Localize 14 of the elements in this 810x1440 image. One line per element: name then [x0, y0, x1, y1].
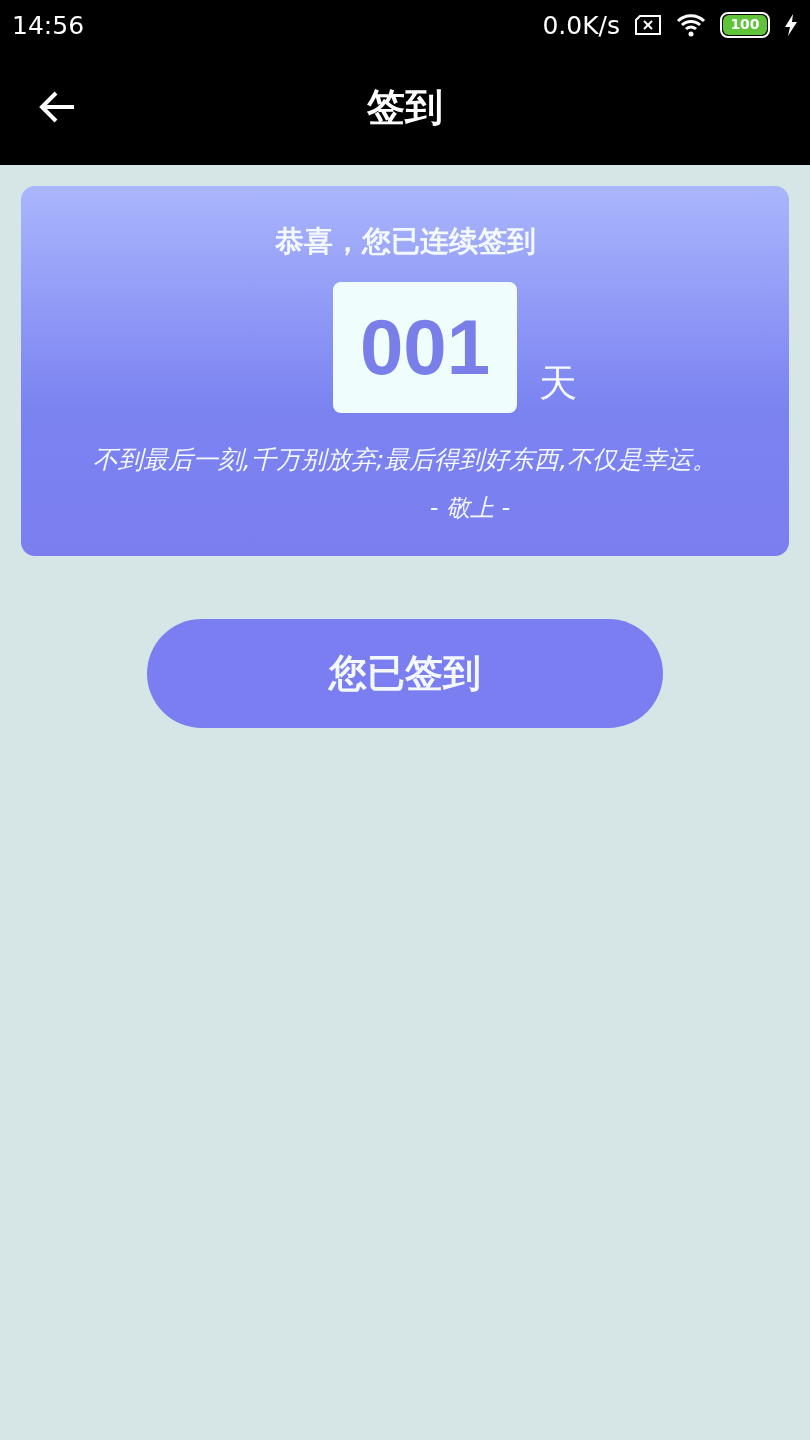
- no-sim-icon: [634, 14, 662, 36]
- quote-text: 不到最后一刻,千万别放弃;最后得到好东西,不仅是幸运。: [92, 444, 718, 476]
- back-arrow-icon[interactable]: [38, 90, 76, 124]
- charging-bolt-icon: [784, 14, 798, 36]
- network-speed: 0.0K/s: [542, 10, 620, 40]
- quote-signature: - 敬上 -: [429, 493, 511, 524]
- status-time: 14:56: [12, 10, 85, 40]
- checked-in-button[interactable]: 您已签到: [147, 619, 663, 728]
- battery-icon: 100: [720, 12, 770, 38]
- wifi-icon: [676, 13, 706, 37]
- streak-heading: 恭喜，您已连续签到: [274, 223, 536, 260]
- day-unit: 天: [539, 360, 577, 407]
- page-title: 签到: [367, 84, 443, 131]
- day-count: 001: [333, 282, 517, 413]
